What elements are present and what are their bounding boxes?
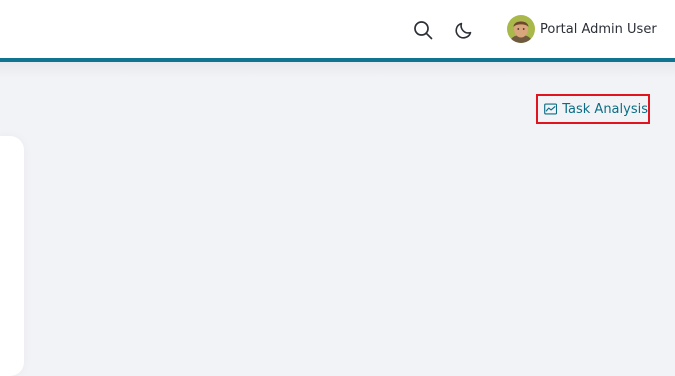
user-name: Portal Admin User [540, 21, 657, 37]
chart-line-icon [544, 103, 558, 115]
user-menu[interactable]: Portal Admin User [507, 14, 657, 44]
task-analysis-label: Task Analysis [562, 101, 648, 117]
moon-icon [455, 22, 472, 39]
user-avatar [507, 15, 535, 43]
top-navigation-bar: Portal Admin User [0, 0, 675, 58]
task-analysis-link[interactable]: Task Analysis [536, 94, 650, 124]
search-icon [414, 21, 433, 40]
search-button[interactable] [411, 18, 435, 42]
theme-toggle-button[interactable] [452, 18, 476, 42]
content-panel [0, 136, 24, 376]
header-shadow [0, 62, 675, 78]
